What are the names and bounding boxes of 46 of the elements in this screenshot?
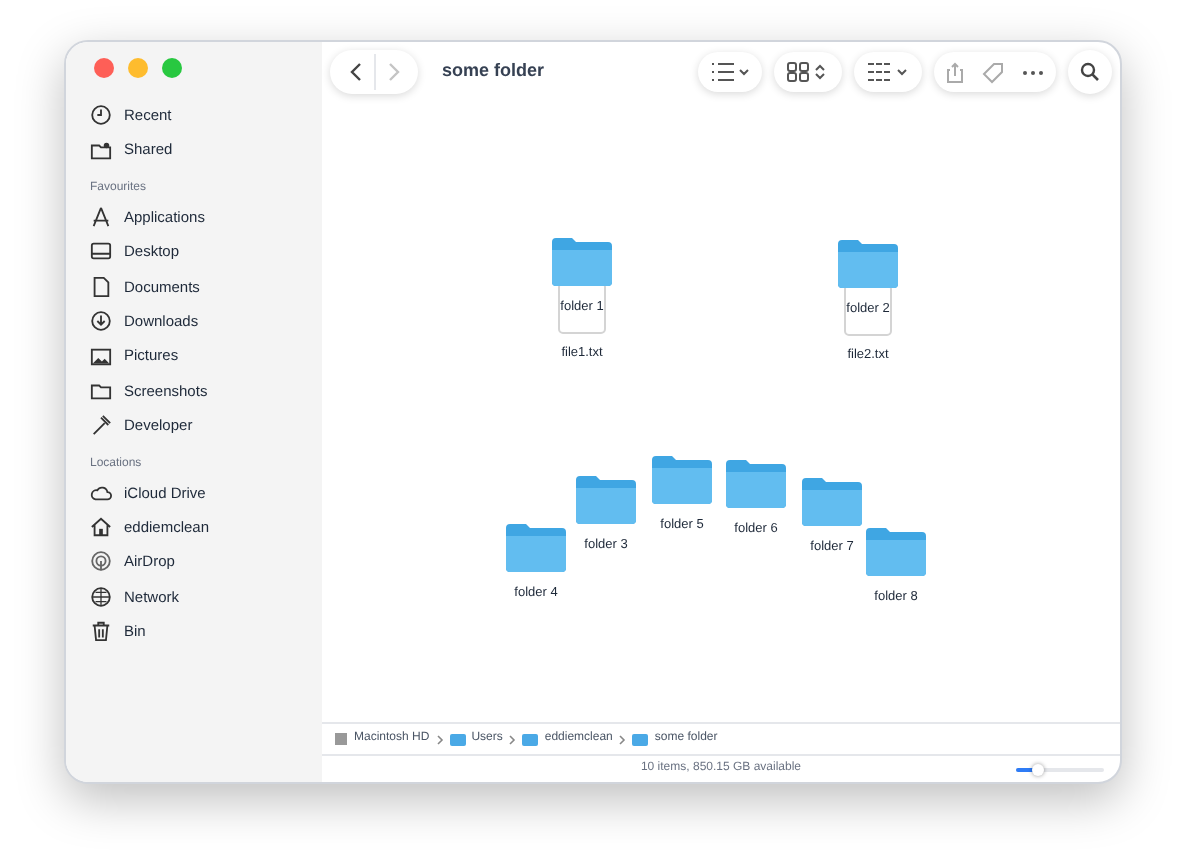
folder-icon (522, 733, 539, 745)
chevron-icon (508, 733, 517, 745)
desktop-icon (90, 240, 112, 263)
list-style-button[interactable] (698, 52, 762, 92)
chevron-icon (348, 62, 364, 82)
slider-thumb[interactable] (1032, 764, 1044, 776)
tag-icon[interactable] (982, 61, 1004, 83)
grid-view-button[interactable] (774, 52, 842, 92)
folder-icon[interactable] (724, 456, 788, 508)
document-icon[interactable] (558, 282, 606, 334)
bin-icon (90, 620, 112, 643)
close-button[interactable] (94, 58, 114, 78)
grid-icon (786, 62, 830, 82)
cloud-icon (90, 481, 112, 504)
document-icon (90, 275, 112, 298)
folder-icon[interactable] (650, 452, 714, 504)
home-icon (90, 516, 112, 539)
folder-icon[interactable] (864, 524, 928, 576)
grid-icon (866, 62, 910, 82)
chevron-icon (435, 733, 444, 745)
search-icon (1080, 62, 1100, 82)
list-icon (710, 62, 750, 82)
applications-icon (90, 205, 112, 228)
folder-icon[interactable] (574, 472, 638, 524)
shared-folder-icon (90, 139, 112, 162)
more-icon[interactable] (1022, 69, 1044, 75)
window-title: some folder (442, 58, 545, 85)
download-icon (90, 310, 112, 333)
zoom-button[interactable] (162, 58, 182, 78)
airdrop-icon (90, 550, 112, 573)
folder-icon (90, 379, 112, 402)
share-icon[interactable] (946, 61, 964, 83)
hammer-icon (90, 414, 112, 437)
chevron-icon (385, 62, 401, 82)
clock-icon (90, 104, 112, 127)
chevron-icon (618, 733, 627, 745)
document-icon[interactable] (844, 284, 892, 336)
globe-icon (90, 585, 112, 608)
search-button[interactable] (1068, 50, 1112, 94)
folder-icon (449, 733, 466, 745)
folder-icon (632, 733, 649, 745)
folder-icon[interactable] (504, 520, 568, 572)
folder-icon[interactable] (800, 474, 864, 526)
minimize-button[interactable] (128, 58, 148, 78)
group-button[interactable] (854, 52, 922, 92)
picture-icon (90, 345, 112, 368)
